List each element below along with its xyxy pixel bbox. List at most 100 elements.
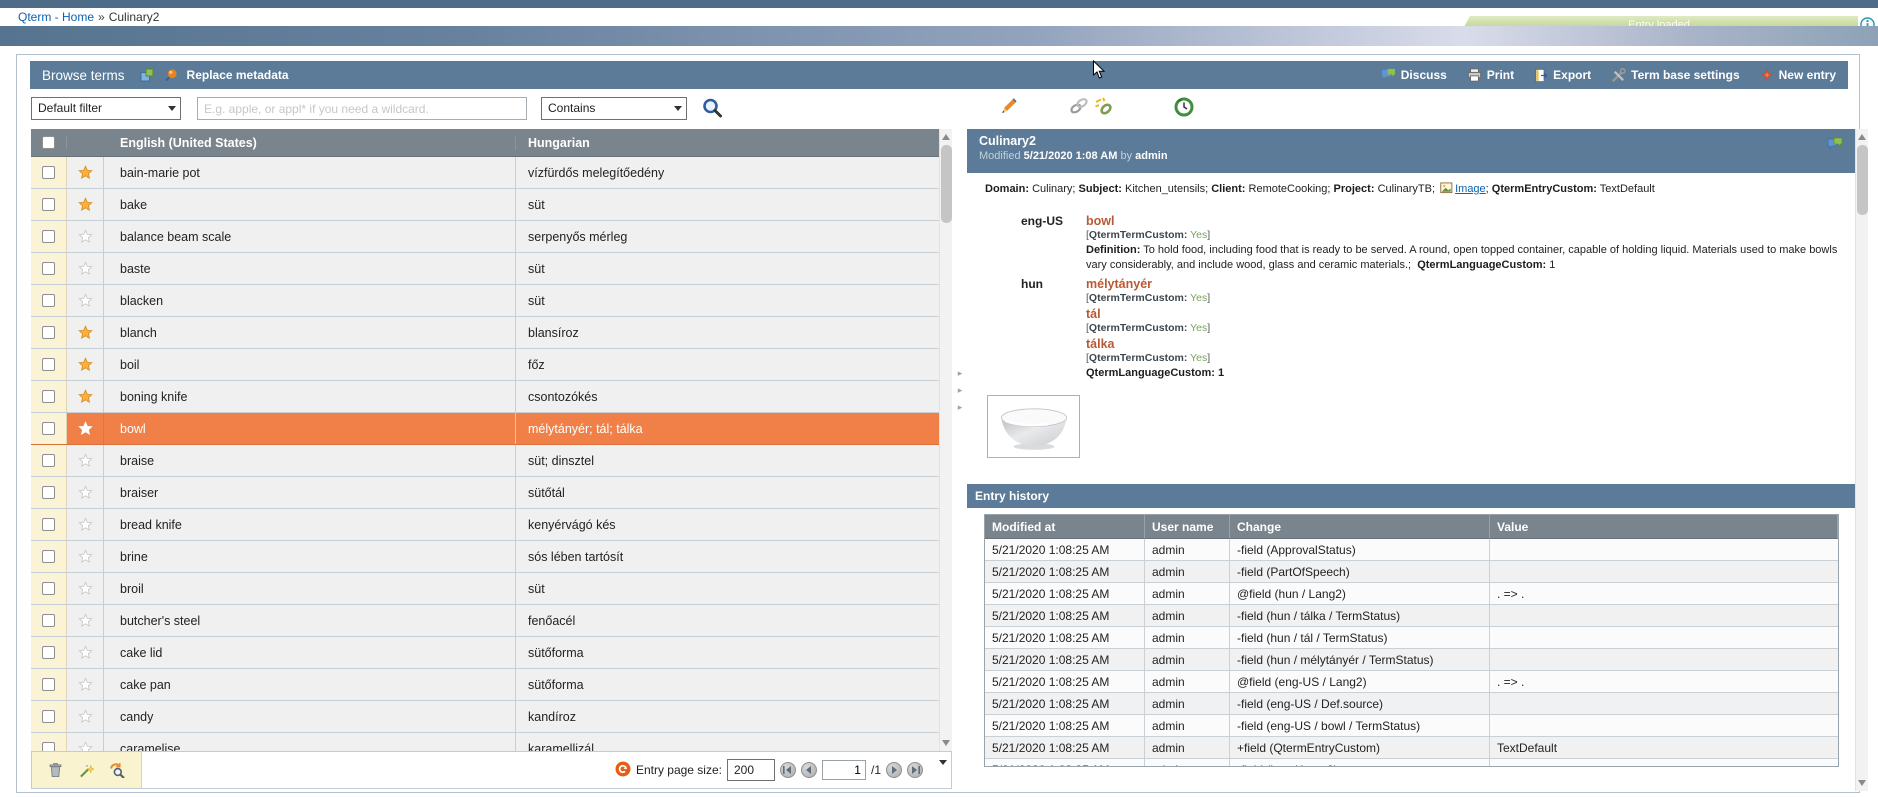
row-checkbox[interactable] (42, 230, 55, 243)
breadcrumb-home-link[interactable]: Qterm - Home (18, 10, 94, 24)
row-star-cell (67, 413, 104, 444)
scroll-down-icon[interactable] (1858, 780, 1866, 786)
page-number-input[interactable] (822, 760, 866, 780)
page-size-select[interactable]: 200 (727, 759, 775, 781)
scroll-up-icon[interactable] (942, 134, 950, 140)
table-row[interactable]: bowlmélytányér; tál; tálka (31, 413, 939, 445)
star-icon[interactable] (78, 261, 93, 276)
table-row[interactable]: boilfőz (31, 349, 939, 381)
star-icon[interactable] (78, 709, 93, 724)
prev-page-button[interactable] (801, 762, 817, 778)
row-checkbox-cell (31, 573, 67, 604)
table-row[interactable]: blackensüt (31, 285, 939, 317)
match-mode-select[interactable]: Contains (541, 97, 687, 120)
row-checkbox[interactable] (42, 326, 55, 339)
star-icon[interactable] (78, 485, 93, 500)
star-icon[interactable] (78, 549, 93, 564)
last-page-button[interactable] (907, 762, 923, 778)
table-row[interactable]: bakesüt (31, 189, 939, 221)
first-page-button[interactable] (780, 762, 796, 778)
table-row[interactable]: broilsüt (31, 573, 939, 605)
table-row[interactable]: blanchblansíroz (31, 317, 939, 349)
term-image[interactable] (987, 395, 1080, 458)
table-row[interactable]: bastesüt (31, 253, 939, 285)
row-checkbox[interactable] (42, 614, 55, 627)
row-checkbox[interactable] (42, 262, 55, 275)
scroll-down-icon[interactable] (942, 740, 950, 746)
scrollbar-thumb[interactable] (1857, 145, 1868, 215)
toolbar-new-entry-button[interactable]: New entry (1760, 68, 1836, 82)
table-row[interactable]: candykandíroz (31, 701, 939, 733)
scrollbar-thumb[interactable] (941, 145, 952, 223)
row-checkbox[interactable] (42, 646, 55, 659)
next-page-button[interactable] (886, 762, 902, 778)
table-row[interactable]: braisersütőtál (31, 477, 939, 509)
row-checkbox[interactable] (42, 518, 55, 531)
table-row[interactable]: bread knifekenyérvágó kés (31, 509, 939, 541)
star-icon[interactable] (78, 741, 93, 751)
table-row[interactable]: balance beam scaleserpenyős mérleg (31, 221, 939, 253)
discuss-entry-icon[interactable] (1827, 137, 1843, 157)
broken-link-icon[interactable] (1094, 97, 1114, 121)
table-row[interactable]: butcher's steelfenőacél (31, 605, 939, 637)
toolbar-export-button[interactable]: Export (1534, 68, 1591, 83)
refresh-icon[interactable] (615, 761, 631, 780)
row-checkbox[interactable] (42, 422, 55, 435)
term-list-scrollbar[interactable] (939, 129, 952, 751)
layout-grid-icon[interactable] (140, 68, 154, 82)
table-row[interactable]: cake lidsütőforma (31, 637, 939, 669)
star-icon[interactable] (78, 453, 93, 468)
star-icon[interactable] (78, 517, 93, 532)
star-icon[interactable] (78, 613, 93, 628)
row-checkbox[interactable] (42, 678, 55, 691)
link-icon[interactable] (1069, 97, 1089, 120)
star-icon[interactable] (78, 581, 93, 596)
row-checkbox[interactable] (42, 358, 55, 371)
row-checkbox[interactable] (42, 390, 55, 403)
select-all-checkbox[interactable] (42, 136, 55, 149)
row-checkbox[interactable] (42, 454, 55, 467)
star-icon[interactable] (78, 357, 93, 372)
row-checkbox[interactable] (42, 166, 55, 179)
filter-preset-select[interactable]: Default filter (31, 97, 181, 120)
toolbar-discuss-button[interactable]: Discuss (1381, 68, 1447, 82)
row-checkbox[interactable] (42, 294, 55, 307)
row-checkbox[interactable] (42, 198, 55, 211)
scroll-up-icon[interactable] (1858, 134, 1866, 140)
star-icon[interactable] (78, 197, 93, 212)
magic-wand-icon[interactable] (79, 763, 94, 778)
replace-metadata-button[interactable]: Replace metadata (187, 68, 289, 82)
table-row[interactable]: boning knifecsontozókés (31, 381, 939, 413)
toolbar-termbase-settings-button[interactable]: Term base settings (1611, 68, 1739, 83)
table-row[interactable]: braisesüt; dinsztel (31, 445, 939, 477)
table-row[interactable]: bain-marie potvízfürdős melegítőedény (31, 157, 939, 189)
panel-splitter[interactable]: ▸▸▸ (953, 365, 967, 416)
row-checkbox[interactable] (42, 486, 55, 499)
star-icon[interactable] (78, 293, 93, 308)
term-english: braise (104, 445, 516, 476)
star-icon[interactable] (78, 229, 93, 244)
star-icon[interactable] (78, 165, 93, 180)
entry-panel-scrollbar[interactable] (1855, 129, 1868, 791)
entry-panel: Culinary2 Modified 5/21/2020 1:08 AM by … (967, 129, 1855, 767)
star-icon[interactable] (78, 421, 93, 436)
table-row[interactable]: cake pansütőforma (31, 669, 939, 701)
search-input[interactable] (197, 97, 527, 120)
table-row[interactable]: caramelisekaramellizál (31, 733, 939, 751)
image-link[interactable]: Image (1455, 183, 1486, 195)
toolbar-print-button[interactable]: Print (1467, 68, 1514, 82)
row-checkbox[interactable] (42, 742, 55, 751)
pencil-icon[interactable] (999, 97, 1018, 121)
star-icon[interactable] (78, 645, 93, 660)
find-replace-icon[interactable] (109, 762, 125, 778)
history-clock-icon[interactable] (1174, 97, 1194, 122)
search-icon[interactable] (701, 97, 724, 125)
table-row[interactable]: brinesós lében tartósít (31, 541, 939, 573)
star-icon[interactable] (78, 389, 93, 404)
row-checkbox[interactable] (42, 582, 55, 595)
star-icon[interactable] (78, 325, 93, 340)
row-checkbox[interactable] (42, 710, 55, 723)
star-icon[interactable] (78, 677, 93, 692)
trash-icon[interactable] (48, 762, 63, 778)
row-checkbox[interactable] (42, 550, 55, 563)
